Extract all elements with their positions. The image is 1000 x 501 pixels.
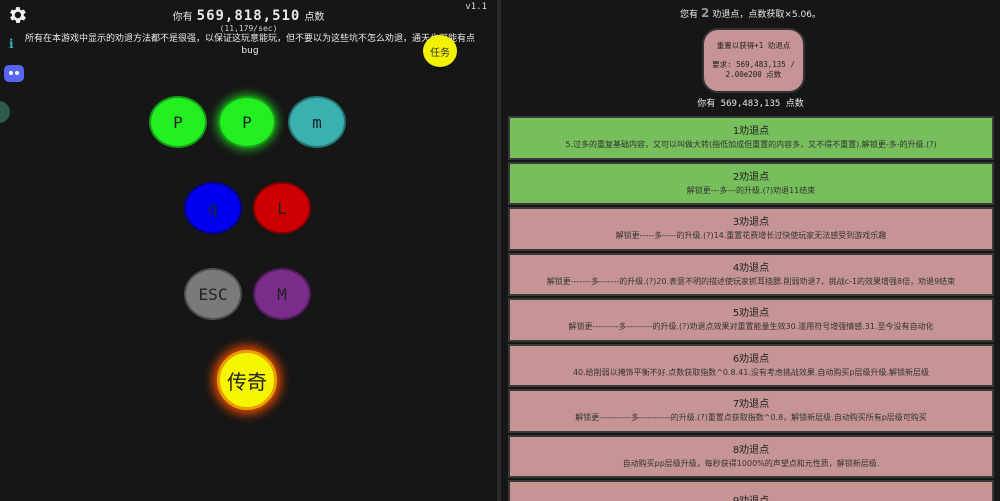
milestone-row: 5劝退点解锁更---------多---------的升级.(?)劝退点效果对重… <box>508 298 994 342</box>
milestone-description: 5.过多的重复基础内容，又可以叫做大转(指低加成但重置的内容多，又不得不重置).… <box>565 140 937 150</box>
milestone-title: 5劝退点 <box>732 308 770 320</box>
milestone-title: 3劝退点 <box>732 217 770 229</box>
layer-node-p1[interactable]: P <box>149 96 207 148</box>
milestone-row: 4劝退点解锁更-------多-------的升级.(?)20.表意不明的描述使… <box>508 252 994 296</box>
points-prefix: 你有 <box>172 12 193 23</box>
milestone-row: 7劝退点解锁更-----------多-----------的升级.(?)重置点… <box>508 389 994 433</box>
milestone-row: 6劝退点 40.给削弱以掩饰平衡不好.点数获取指数^0.8.41.没有考虑挑战效果… <box>508 343 994 387</box>
layer-node-label: q <box>208 198 218 218</box>
header-prefix: 您有 <box>680 10 699 20</box>
layer-node-l[interactable]: L <box>253 182 311 234</box>
milestone-title: 1劝退点 <box>732 126 770 138</box>
layer-node-label: m <box>312 112 322 132</box>
discord-icon[interactable] <box>4 65 24 82</box>
milestone-title: 8劝退点 <box>732 444 770 456</box>
layer-node-label: ESC <box>198 284 228 304</box>
points-display-right: 你有 569,483,135 点数 <box>697 99 804 109</box>
layer-node-esc[interactable]: ESC <box>184 268 242 320</box>
layer-detail-panel: 您有 2 劝退点，点数获取×5.06。 重置以获得+1 劝退点 要求: 569,48… <box>501 0 1000 501</box>
layer-node-label: L <box>277 198 287 218</box>
info-icon[interactable]: i <box>9 37 14 51</box>
points-suffix: 点数 <box>304 12 325 23</box>
header-suffix: 劝退点，点数获取×5.06。 <box>712 10 821 20</box>
layer-header: 您有 2 劝退点，点数获取×5.06。 <box>501 6 1000 20</box>
legend-layer-button[interactable]: 传奇 <box>217 350 277 410</box>
milestone-description: 解锁更-----------多-----------的升级.(?)重置点获取指数… <box>575 413 927 423</box>
milestone-row: 8劝退点自动购买pp层级升级，每秒获得1000%的声望点和元性质，解锁新层级. <box>508 434 994 478</box>
layer-node-m2[interactable]: M <box>253 268 311 320</box>
milestone-row: 9劝退点 <box>508 480 994 501</box>
milestone-description: 解锁更---------多---------的升级.(?)劝退点效果对重置能量生… <box>568 322 934 332</box>
milestone-description: 解锁更---多---的升级.(?)劝退11结束 <box>686 185 816 195</box>
milestone-list: 1劝退点 5.过多的重复基础内容，又可以叫做大转(指低加成但重置的内容多，又不得不… <box>508 116 994 501</box>
layer-node-q[interactable]: q <box>184 182 242 234</box>
milestone-description: 自动购买pp层级升级，每秒获得1000%的声望点和元性质，解锁新层级. <box>622 458 880 468</box>
reset-requirement: 要求: 569,483,135 / 2.00e200 点数 <box>712 60 795 79</box>
points-display: 你有 569,818,510 点数 <box>0 8 497 24</box>
milestone-description: 解锁更-----多-----的升级.(?)14.重置花费增长过快使玩家无法感受到… <box>615 231 887 241</box>
layer-node-label: P <box>242 112 252 132</box>
notice-text: 所有在本游戏中显示的劝退方法都不是很强，以保证这玩意能玩，但不要以为这些坑不怎么… <box>24 34 475 56</box>
milestone-title: 7劝退点 <box>732 399 770 411</box>
milestone-row: 3劝退点解锁更-----多-----的升级.(?)14.重置花费增长过快使玩家无… <box>508 207 994 251</box>
milestone-title: 9劝退点 <box>733 495 769 501</box>
side-node[interactable] <box>0 101 10 123</box>
task-button[interactable]: 任务 <box>423 35 457 67</box>
layer-node-m[interactable]: m <box>288 96 346 148</box>
points-value: 569,818,510 <box>196 8 301 24</box>
reset-button[interactable]: 重置以获得+1 劝退点 要求: 569,483,135 / 2.00e200 点… <box>702 28 805 93</box>
layer-node-label: P <box>173 112 183 132</box>
layer-node-p2[interactable]: P <box>218 96 276 148</box>
layer-points-value: 2 <box>701 6 710 20</box>
milestone-title: 2劝退点 <box>732 171 770 183</box>
milestone-row: 1劝退点 5.过多的重复基础内容，又可以叫做大转(指低加成但重置的内容多，又不得不… <box>508 116 994 160</box>
points-rate: (11,179/sec) <box>219 24 278 33</box>
milestone-title: 6劝退点 <box>732 353 770 365</box>
reset-title: 重置以获得+1 劝退点 <box>716 41 791 50</box>
milestone-description: 40.给削弱以掩饰平衡不好.点数获取指数^0.8.41.没有考虑挑战效果.自动购… <box>572 367 930 377</box>
layer-node-label: M <box>277 284 287 304</box>
milestone-description: 解锁更-------多-------的升级.(?)20.表意不明的描述使玩家抓耳… <box>546 276 956 286</box>
tree-panel: i v1.1 你有 569,818,510 点数 (11,179/sec) 所有在本… <box>0 0 497 501</box>
milestone-title: 4劝退点 <box>732 262 770 274</box>
milestone-row: 2劝退点解锁更---多---的升级.(?)劝退11结束 <box>508 161 994 205</box>
